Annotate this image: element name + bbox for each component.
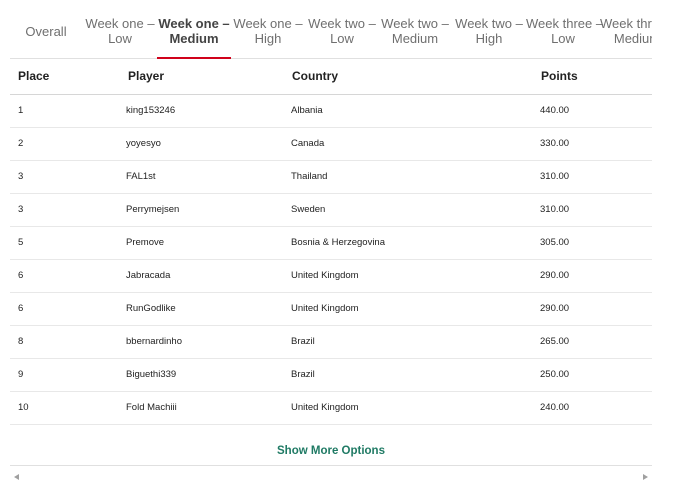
tab-label: Week one – — [158, 16, 230, 31]
cell-place: 8 — [18, 336, 24, 347]
cell-place: 6 — [18, 303, 24, 314]
tab-bar: Overall Week one – Low Week one – Medium… — [10, 8, 652, 59]
cell-player: Premove — [126, 237, 165, 248]
header-place[interactable]: Place — [18, 58, 49, 94]
leaderboard-panel: Overall Week one – Low Week one – Medium… — [10, 0, 652, 480]
tab-week-two-low[interactable]: Week two – Low — [306, 8, 378, 58]
cell-player: RunGodlike — [126, 303, 176, 314]
cell-points: 310.00 — [540, 204, 570, 215]
cell-country: Albania — [291, 105, 323, 116]
cell-place: 5 — [18, 237, 24, 248]
cell-country: Thailand — [291, 171, 328, 182]
cell-place: 9 — [18, 369, 24, 380]
cell-country: United Kingdom — [291, 270, 359, 281]
tab-sublabel: High — [254, 31, 282, 46]
cell-points: 265.00 — [540, 336, 570, 347]
cell-points: 250.00 — [540, 369, 570, 380]
table-header: Place Player Country Points — [10, 58, 652, 95]
tab-sublabel: Medium — [169, 31, 219, 46]
tab-week-three-low[interactable]: Week three – Low — [526, 8, 604, 58]
table-row: 3 FAL1st Thailand 310.00 — [10, 161, 652, 194]
tab-label: Week two – — [455, 16, 523, 31]
cell-player: yoyesyo — [126, 138, 161, 149]
table-row: 1 king153246 Albania 440.00 — [10, 95, 652, 128]
tab-sublabel: High — [475, 31, 503, 46]
cell-place: 6 — [18, 270, 24, 281]
tab-week-three-medium[interactable]: Week three – Medium — [600, 8, 652, 58]
tab-sublabel: Medium — [613, 31, 652, 46]
tab-week-two-medium[interactable]: Week two – Medium — [379, 8, 451, 58]
tab-sublabel: Low — [108, 31, 132, 46]
scroll-right-arrow-icon[interactable] — [643, 474, 648, 480]
cell-player: Fold Machiii — [126, 402, 177, 413]
cell-player: Perrymejsen — [126, 204, 180, 215]
cell-points: 440.00 — [540, 105, 570, 116]
tab-label: Week three – — [526, 16, 604, 31]
cell-country: United Kingdom — [291, 303, 359, 314]
cell-country: Brazil — [291, 369, 315, 380]
cell-country: Bosnia & Herzegovina — [291, 237, 385, 248]
cell-player: Jabracada — [126, 270, 171, 281]
header-player[interactable]: Player — [128, 58, 164, 94]
cell-points: 290.00 — [540, 270, 570, 281]
tab-week-one-medium[interactable]: Week one – Medium — [157, 8, 231, 59]
tab-label: Week one – — [85, 16, 155, 31]
tab-label: Week three – — [600, 16, 652, 31]
horizontal-scrollbar[interactable] — [10, 474, 652, 480]
tab-week-one-low[interactable]: Week one – Low — [84, 8, 156, 58]
cell-country: United Kingdom — [291, 402, 359, 413]
cell-place: 3 — [18, 171, 24, 182]
tab-week-two-high[interactable]: Week two – High — [453, 8, 525, 58]
cell-place: 2 — [18, 138, 24, 149]
tab-sublabel: Medium — [391, 31, 439, 46]
table-row: 10 Fold Machiii United Kingdom 240.00 — [10, 392, 652, 425]
cell-player: king153246 — [126, 105, 176, 116]
cell-points: 290.00 — [540, 303, 570, 314]
cell-points: 310.00 — [540, 171, 570, 182]
table-row: 6 RunGodlike United Kingdom 290.00 — [10, 293, 652, 326]
table-row: 9 Biguethi339 Brazil 250.00 — [10, 359, 652, 392]
table-row: 8 bbernardinho Brazil 265.00 — [10, 326, 652, 359]
leaderboard-page: Overall Week one – Low Week one – Medium… — [0, 0, 700, 480]
cell-points: 240.00 — [540, 402, 570, 413]
show-more-options-button[interactable]: Show More Options — [10, 437, 652, 466]
tab-label: Week two – — [308, 16, 376, 31]
tab-week-one-high[interactable]: Week one – High — [232, 8, 304, 58]
cell-player: bbernardinho — [126, 336, 182, 347]
table-row: 3 Perrymejsen Sweden 310.00 — [10, 194, 652, 227]
cell-place: 1 — [18, 105, 24, 116]
cell-country: Canada — [291, 138, 325, 149]
cell-player: FAL1st — [126, 171, 156, 182]
leaderboard-table: Place Player Country Points 1 king153246… — [10, 58, 652, 425]
table-row: 5 Premove Bosnia & Herzegovina 305.00 — [10, 227, 652, 260]
cell-points: 305.00 — [540, 237, 570, 248]
header-points[interactable]: Points — [541, 58, 578, 94]
tab-sublabel: Low — [551, 31, 575, 46]
tab-label: Week two – — [381, 16, 449, 31]
tab-sublabel: Low — [330, 31, 354, 46]
cell-place: 10 — [18, 402, 29, 413]
cell-place: 3 — [18, 204, 24, 215]
cell-country: Sweden — [291, 204, 326, 215]
tab-label: Week one – — [233, 16, 303, 31]
tab-overall[interactable]: Overall — [10, 8, 82, 58]
cell-points: 330.00 — [540, 138, 570, 149]
scroll-left-arrow-icon[interactable] — [14, 474, 19, 480]
cell-country: Brazil — [291, 336, 315, 347]
tab-label: Overall — [25, 24, 67, 39]
table-row: 6 Jabracada United Kingdom 290.00 — [10, 260, 652, 293]
cell-player: Biguethi339 — [126, 369, 177, 380]
table-row: 2 yoyesyo Canada 330.00 — [10, 128, 652, 161]
header-country[interactable]: Country — [292, 58, 338, 94]
